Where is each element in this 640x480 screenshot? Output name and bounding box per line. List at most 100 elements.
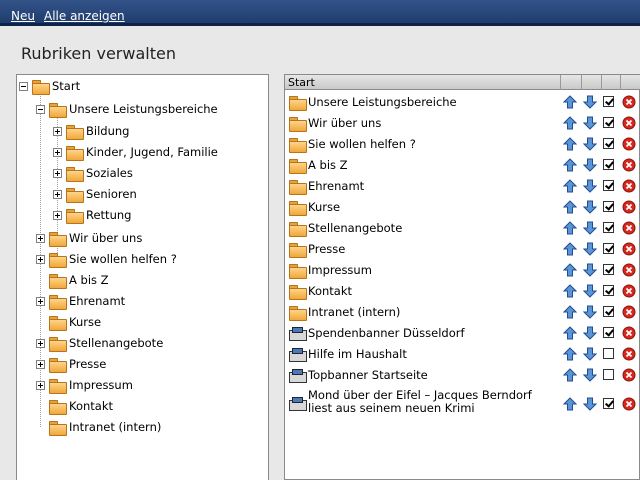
delete-icon[interactable] <box>622 397 636 411</box>
active-checkbox[interactable] <box>602 397 616 411</box>
move-up-icon[interactable] <box>563 305 577 319</box>
expand-icon[interactable] <box>36 380 45 390</box>
tree-item[interactable]: Soziales <box>53 163 133 183</box>
move-up-icon[interactable] <box>563 179 577 193</box>
table-row[interactable]: Mond über der Eifel – Jacques Berndorf li… <box>285 389 640 419</box>
table-row[interactable]: Intranet (intern) <box>285 302 640 323</box>
move-up-icon[interactable] <box>563 158 577 172</box>
table-row[interactable]: Kontakt <box>285 281 640 302</box>
delete-icon[interactable] <box>622 326 636 340</box>
tree-item[interactable]: Wir über uns <box>36 228 142 248</box>
move-up-icon[interactable] <box>563 242 577 256</box>
move-down-icon[interactable] <box>583 242 597 256</box>
move-up-icon[interactable] <box>563 368 577 382</box>
move-down-icon[interactable] <box>583 200 597 214</box>
move-down-icon[interactable] <box>583 221 597 235</box>
move-down-icon[interactable] <box>583 284 597 298</box>
move-down-icon[interactable] <box>583 347 597 361</box>
collapse-icon[interactable] <box>19 81 28 91</box>
active-checkbox[interactable] <box>602 284 616 298</box>
tree-item[interactable]: Presse <box>36 354 106 374</box>
tree-item[interactable]: Kontakt <box>36 396 113 416</box>
delete-icon[interactable] <box>622 221 636 235</box>
move-down-icon[interactable] <box>583 397 597 411</box>
move-up-icon[interactable] <box>563 137 577 151</box>
move-down-icon[interactable] <box>583 263 597 277</box>
move-up-icon[interactable] <box>563 397 577 411</box>
move-down-icon[interactable] <box>583 95 597 109</box>
move-up-icon[interactable] <box>563 284 577 298</box>
delete-icon[interactable] <box>622 305 636 319</box>
table-row[interactable]: Impressum <box>285 260 640 281</box>
move-down-icon[interactable] <box>583 368 597 382</box>
delete-icon[interactable] <box>622 95 636 109</box>
active-checkbox[interactable] <box>602 158 616 172</box>
menu-new[interactable]: Neu <box>11 9 35 23</box>
move-up-icon[interactable] <box>563 263 577 277</box>
active-checkbox[interactable] <box>602 263 616 277</box>
tree-item[interactable]: Sie wollen helfen ? <box>36 249 177 269</box>
table-row[interactable]: A bis Z <box>285 155 640 176</box>
expand-icon[interactable] <box>36 338 45 348</box>
tree-item[interactable]: Unsere Leistungsbereiche <box>36 99 218 119</box>
active-checkbox[interactable] <box>602 347 616 361</box>
table-row[interactable]: Topbanner Startseite <box>285 365 640 386</box>
expand-icon[interactable] <box>53 189 62 199</box>
table-row[interactable]: Ehrenamt <box>285 176 640 197</box>
table-row[interactable]: Wir über uns <box>285 113 640 134</box>
active-checkbox[interactable] <box>602 368 616 382</box>
move-up-icon[interactable] <box>563 326 577 340</box>
table-row[interactable]: Kurse <box>285 197 640 218</box>
tree-item[interactable]: Senioren <box>53 184 137 204</box>
expand-icon[interactable] <box>36 233 45 243</box>
table-row[interactable]: Spendenbanner Düsseldorf <box>285 323 640 344</box>
delete-icon[interactable] <box>622 242 636 256</box>
tree-item[interactable]: Kinder, Jugend, Familie <box>53 142 218 162</box>
active-checkbox[interactable] <box>602 116 616 130</box>
tree-item[interactable]: Intranet (intern) <box>36 417 161 437</box>
table-row[interactable]: Sie wollen helfen ? <box>285 134 640 155</box>
delete-icon[interactable] <box>622 263 636 277</box>
active-checkbox[interactable] <box>602 221 616 235</box>
tree-item[interactable]: A bis Z <box>36 270 109 290</box>
move-up-icon[interactable] <box>563 200 577 214</box>
move-down-icon[interactable] <box>583 326 597 340</box>
table-row[interactable]: Presse <box>285 239 640 260</box>
delete-icon[interactable] <box>622 137 636 151</box>
tree-item[interactable]: Ehrenamt <box>36 291 125 311</box>
tree-item[interactable]: Bildung <box>53 121 129 141</box>
delete-icon[interactable] <box>622 158 636 172</box>
active-checkbox[interactable] <box>602 95 616 109</box>
table-row[interactable]: Unsere Leistungsbereiche <box>285 92 640 113</box>
active-checkbox[interactable] <box>602 326 616 340</box>
table-row[interactable]: Hilfe im Haushalt <box>285 344 640 365</box>
delete-icon[interactable] <box>622 200 636 214</box>
move-up-icon[interactable] <box>563 116 577 130</box>
expand-icon[interactable] <box>36 296 45 306</box>
move-up-icon[interactable] <box>563 347 577 361</box>
tree-item-start[interactable]: Start <box>19 76 80 96</box>
active-checkbox[interactable] <box>602 242 616 256</box>
active-checkbox[interactable] <box>602 200 616 214</box>
move-down-icon[interactable] <box>583 179 597 193</box>
delete-icon[interactable] <box>622 179 636 193</box>
active-checkbox[interactable] <box>602 137 616 151</box>
expand-icon[interactable] <box>36 254 45 264</box>
expand-icon[interactable] <box>53 126 62 136</box>
table-row[interactable]: Stellenangebote <box>285 218 640 239</box>
tree-item[interactable]: Stellenangebote <box>36 333 163 353</box>
move-up-icon[interactable] <box>563 221 577 235</box>
expand-icon[interactable] <box>53 168 62 178</box>
collapse-icon[interactable] <box>36 104 45 114</box>
delete-icon[interactable] <box>622 116 636 130</box>
tree-item[interactable]: Rettung <box>53 205 131 225</box>
expand-icon[interactable] <box>53 147 62 157</box>
tree-item[interactable]: Impressum <box>36 375 133 395</box>
move-down-icon[interactable] <box>583 158 597 172</box>
delete-icon[interactable] <box>622 347 636 361</box>
delete-icon[interactable] <box>622 368 636 382</box>
delete-icon[interactable] <box>622 284 636 298</box>
move-down-icon[interactable] <box>583 305 597 319</box>
move-up-icon[interactable] <box>563 95 577 109</box>
menu-show-all[interactable]: Alle anzeigen <box>44 9 125 23</box>
